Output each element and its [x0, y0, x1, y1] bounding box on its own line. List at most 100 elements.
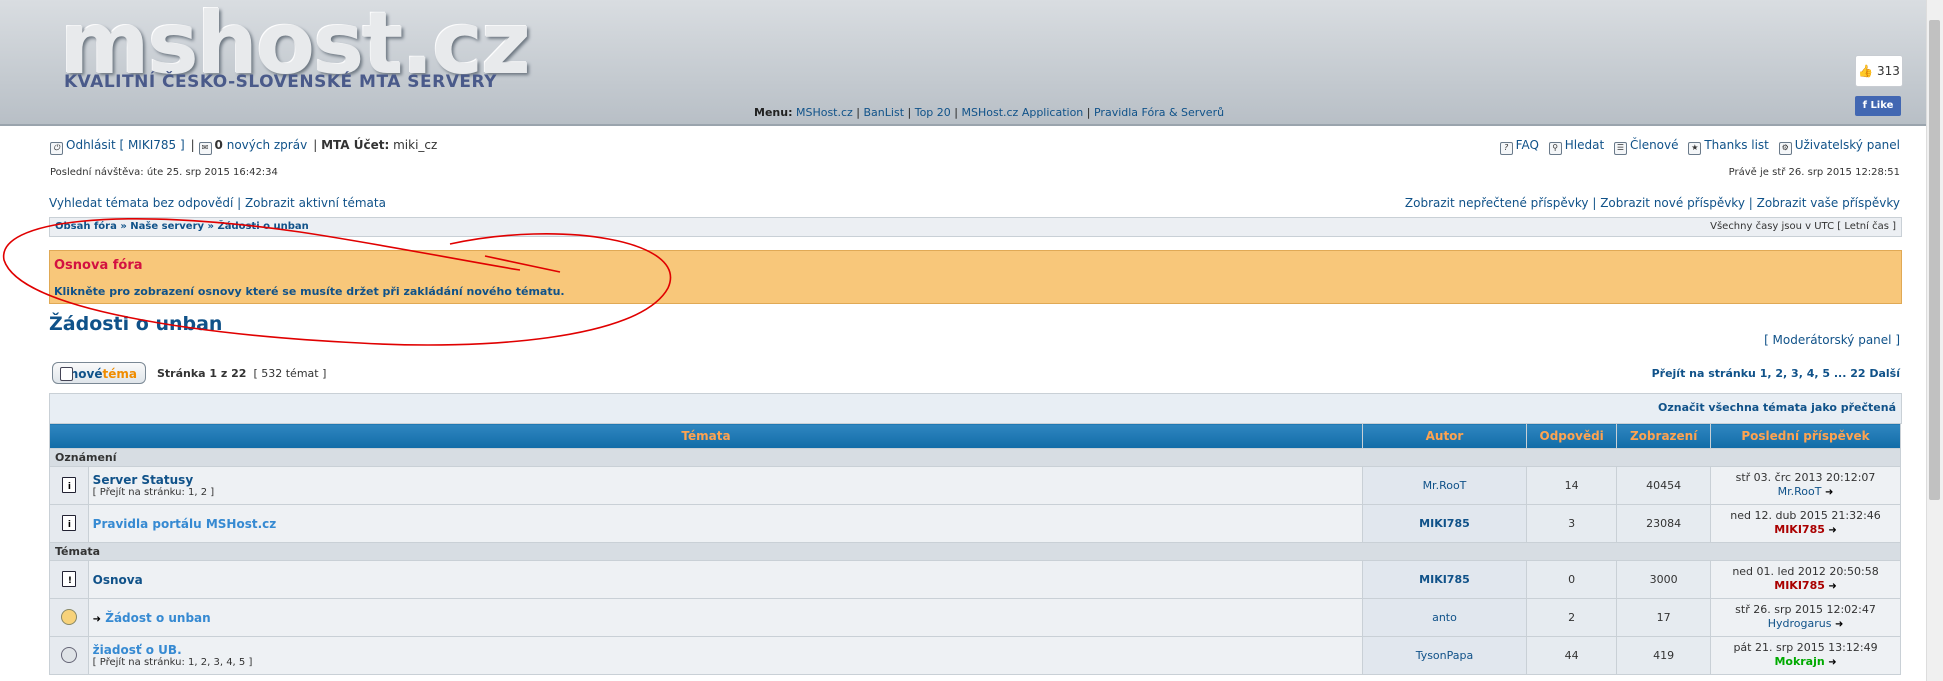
page-info: Stránka 1 z 22 [ 532 témat ]: [157, 367, 326, 380]
topic-pages[interactable]: [ Přejít na stránku: 1, 2 ]: [93, 487, 1362, 498]
topic-title[interactable]: Server Statusy: [93, 473, 1362, 487]
new-topic-label-b: téma: [102, 367, 137, 381]
topic-title[interactable]: žiadosť o UB.: [93, 643, 1362, 657]
fb-like-button[interactable]: f Like: [1855, 96, 1901, 116]
col-author: Autor: [1361, 423, 1528, 449]
moderator-panel-link[interactable]: [ Moderátorský panel ]: [1764, 333, 1900, 347]
new-posts-link[interactable]: Zobrazit nové příspěvky: [1600, 196, 1745, 210]
table-row: i Server Statusy[ Přejít na stránku: 1, …: [49, 466, 1901, 505]
fb-count: 313: [1876, 64, 1900, 78]
scrollbar-thumb[interactable]: [1929, 20, 1940, 500]
topic-title-cell: Pravidla portálu MSHost.cz: [87, 504, 1363, 543]
unanswered-link[interactable]: Vyhledat témata bez odpovědí: [49, 196, 233, 210]
goto-last-post-icon[interactable]: ➜: [1825, 486, 1833, 500]
category-row: Témata: [49, 542, 1901, 561]
sticky-icon: !: [60, 570, 78, 587]
announcement-icon: i: [60, 476, 78, 493]
goto-last-post-icon[interactable]: ➜: [1835, 618, 1843, 632]
topic-author[interactable]: MIKI785: [1361, 504, 1528, 543]
topic-last-post: stř 03. črc 2013 20:12:07 Mr.RooT ➜: [1710, 466, 1901, 505]
quick-links-left: Vyhledat témata bez odpovědí | Zobrazit …: [49, 196, 386, 210]
notice-text[interactable]: Klikněte pro zobrazení osnovy které se m…: [54, 285, 565, 298]
table-row: žiadosť o UB.[ Přejít na stránku: 1, 2, …: [49, 636, 1901, 675]
menu-item-top20[interactable]: Top 20: [915, 106, 951, 119]
topic-last-post: ned 01. led 2012 20:50:58 MIKI785 ➜: [1710, 560, 1901, 599]
last-post-author[interactable]: MIKI785: [1774, 579, 1825, 592]
fb-like-label: Like: [1870, 100, 1894, 111]
top-menu: Menu: MSHost.cz | BanList | Top 20 | MSH…: [754, 106, 1225, 119]
members-icon: ☰: [1613, 142, 1627, 155]
topic-title-cell: žiadosť o UB.[ Přejít na stránku: 1, 2, …: [87, 636, 1363, 675]
forum-rules-notice[interactable]: Osnova fóra Klikněte pro zobrazení osnov…: [49, 250, 1902, 304]
mta-label: MTA Účet:: [321, 138, 390, 152]
breadcrumb[interactable]: Obsah fóra » Naše servery » Žádosti o un…: [55, 221, 309, 232]
logout-label[interactable]: Odhlásit [ MIKI785 ]: [66, 138, 185, 152]
faq-link[interactable]: FAQ: [1516, 138, 1539, 152]
current-time: Právě je stř 26. srp 2015 12:28:51: [1728, 167, 1900, 178]
topic-title-cell: Server Statusy[ Přejít na stránku: 1, 2 …: [87, 466, 1363, 505]
active-topics-link[interactable]: Zobrazit aktivní témata: [245, 196, 386, 210]
announcement-icon: i: [60, 514, 78, 531]
forum-title[interactable]: Žádosti o unban: [49, 313, 222, 335]
topic-author[interactable]: Mr.RooT: [1361, 466, 1528, 505]
goto-last-post-icon[interactable]: ➜: [1828, 580, 1836, 594]
topic-icon-cell: [49, 636, 89, 675]
menu-item-application[interactable]: MSHost.cz Application: [961, 106, 1083, 119]
thanks-icon: ★: [1688, 142, 1702, 155]
menu-item-rules[interactable]: Pravidla Fóra & Serverů: [1094, 106, 1224, 119]
topic-views: 3000: [1616, 560, 1712, 599]
topic-replies: 0: [1526, 560, 1618, 599]
topic-views: 419: [1616, 636, 1712, 675]
members-link[interactable]: Členové: [1630, 138, 1679, 152]
topic-author[interactable]: MIKI785: [1361, 560, 1528, 599]
topic-icon-cell: i: [49, 504, 89, 543]
menu-item-banlist[interactable]: BanList: [864, 106, 905, 119]
page-counter: Stránka 1 z 22: [157, 367, 247, 380]
goto-last-post-icon[interactable]: ➜: [1828, 524, 1836, 538]
search-icon: ⚲: [1548, 142, 1562, 155]
thumbs-up-icon: 👍: [1858, 64, 1874, 78]
messages-link[interactable]: ✉ 0 nových zpráv: [198, 138, 307, 155]
topic-author[interactable]: anto: [1361, 598, 1528, 637]
topic-title[interactable]: Žádost o unban: [105, 611, 210, 625]
fb-like-count: 👍 313: [1855, 55, 1903, 87]
unread-topic-icon: [60, 608, 78, 625]
table-header: Témata Autor Odpovědi Zobrazení Poslední…: [49, 423, 1901, 449]
your-posts-link[interactable]: Zobrazit vaše příspěvky: [1757, 196, 1900, 210]
messages-label[interactable]: nových zpráv: [227, 138, 307, 152]
pagination[interactable]: Přejít na stránku 1, 2, 3, 4, 5 ... 22 D…: [1652, 367, 1900, 380]
category-topics: Témata: [49, 542, 1901, 561]
topic-title[interactable]: Pravidla portálu MSHost.cz: [93, 517, 1362, 531]
col-topics: Témata: [49, 423, 1363, 449]
topic-pages[interactable]: [ Přejít na stránku: 1, 2, 3, 4, 5 ]: [93, 657, 1362, 668]
last-post-date: pát 21. srp 2015 13:12:49: [1733, 641, 1878, 654]
unread-posts-link[interactable]: Zobrazit nepřečtené příspěvky: [1405, 196, 1589, 210]
last-post-date: ned 01. led 2012 20:50:58: [1732, 565, 1879, 578]
goto-last-post-icon[interactable]: ➜: [1828, 656, 1836, 670]
topic-title[interactable]: Osnova: [93, 573, 1362, 587]
topic-views: 23084: [1616, 504, 1712, 543]
topic-author[interactable]: TysonPapa: [1361, 636, 1528, 675]
new-topic-button[interactable]: novétéma: [52, 362, 146, 384]
thanks-link[interactable]: Thanks list: [1704, 138, 1769, 152]
logout-link[interactable]: ⏻ Odhlásit [ MIKI785 ]: [50, 138, 185, 155]
logout-icon: ⏻: [50, 142, 63, 155]
mark-all-read-link[interactable]: Označit všechna témata jako přečtená: [1658, 401, 1896, 414]
last-post-author[interactable]: Mr.RooT: [1778, 485, 1822, 498]
topic-count: [ 532 témat ]: [253, 367, 327, 380]
topic-replies: 2: [1526, 598, 1618, 637]
last-post-author[interactable]: MIKI785: [1774, 523, 1825, 536]
last-post-date: stř 03. črc 2013 20:12:07: [1735, 471, 1876, 484]
search-link[interactable]: Hledat: [1565, 138, 1604, 152]
messages-count: 0: [214, 138, 223, 152]
last-visit: Poslední návštěva: úte 25. srp 2015 16:4…: [50, 167, 278, 178]
col-replies: Odpovědi: [1526, 423, 1618, 449]
topic-views: 40454: [1616, 466, 1712, 505]
user-panel-link[interactable]: Uživatelský panel: [1795, 138, 1900, 152]
last-post-author[interactable]: Mokrajn: [1774, 655, 1824, 668]
category-announcements: Oznámení: [49, 448, 1901, 467]
user-panel-icon: ⚙: [1778, 142, 1792, 155]
last-post-author[interactable]: Hydrogarus: [1768, 617, 1832, 630]
goto-first-unread-icon[interactable]: ➜: [93, 614, 101, 625]
menu-item-mshost[interactable]: MSHost.cz: [796, 106, 853, 119]
